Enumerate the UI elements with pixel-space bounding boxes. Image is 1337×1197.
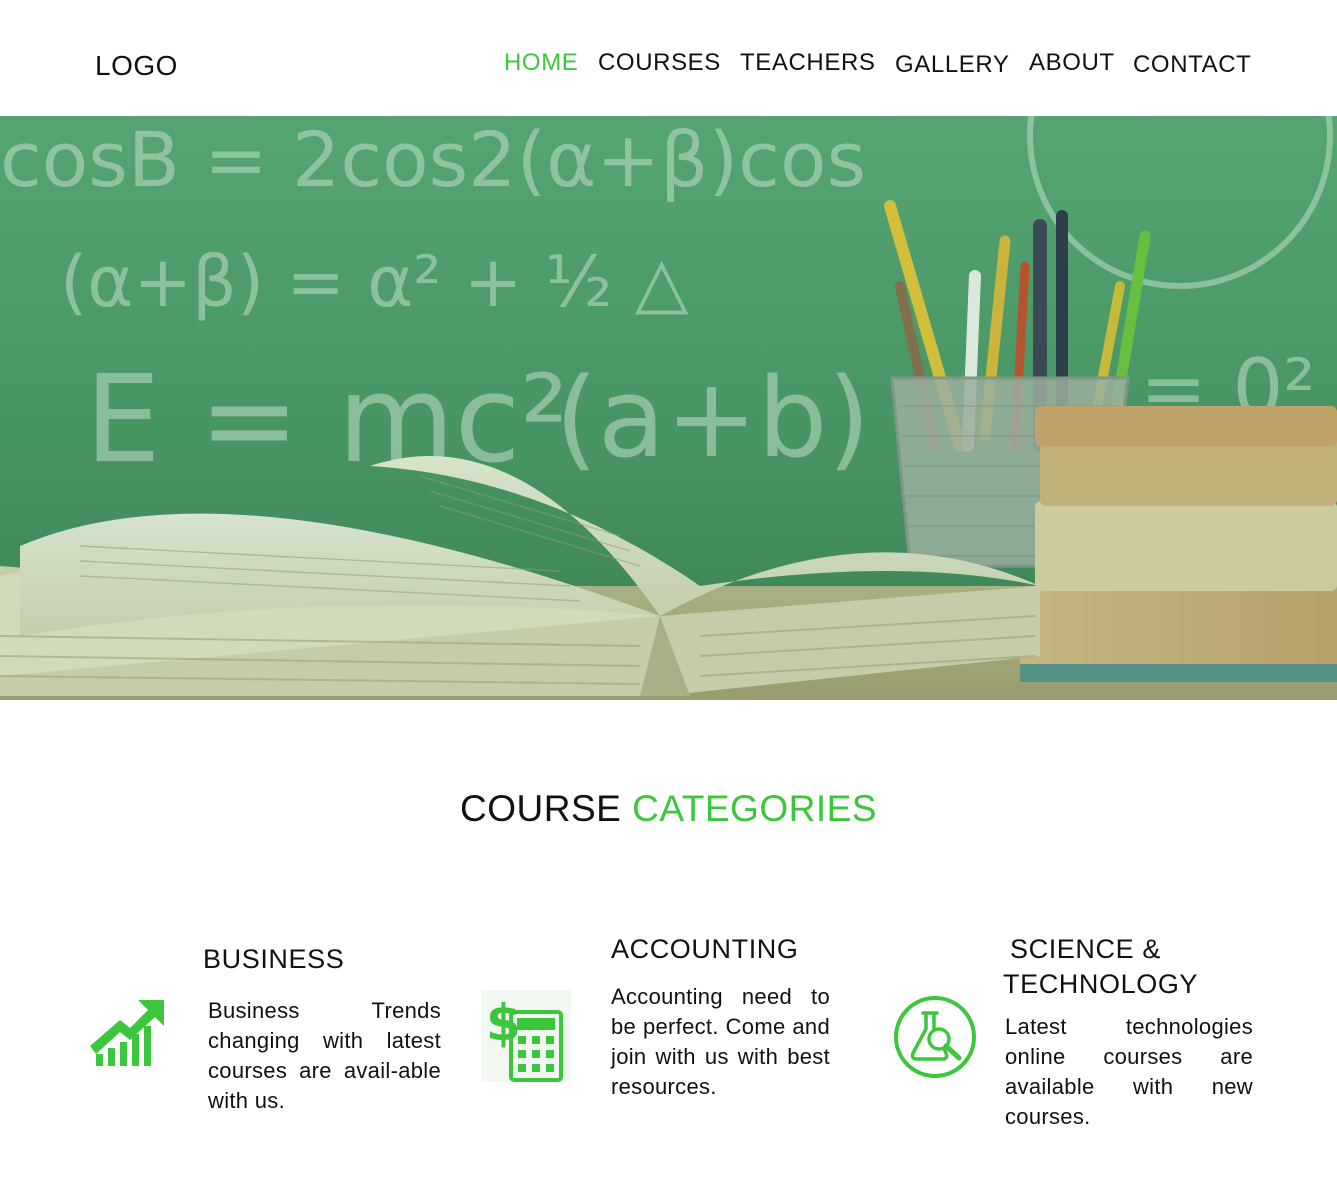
category-title-business: BUSINESS (203, 944, 345, 974)
nav-teachers[interactable]: TEACHERS (740, 49, 876, 77)
section-title: COURSE CATEGORIES (0, 788, 1337, 830)
section-title-accent: CATEGORIES (632, 788, 877, 829)
nav-home[interactable]: HOME (504, 49, 578, 77)
category-desc-accounting: Accounting need to be perfect. Come and … (611, 984, 830, 1099)
nav-courses[interactable]: COURSES (598, 49, 721, 77)
section-title-plain: COURSE (460, 788, 622, 829)
category-title-accounting: ACCOUNTING (611, 934, 799, 964)
calculator-icon: $ (481, 990, 571, 1087)
category-desc-business: Business Trends changing with latest cou… (208, 998, 441, 1113)
nav-about[interactable]: ABOUT (1029, 49, 1115, 77)
category-title-technology: TECHNOLOGY (1003, 969, 1199, 999)
hero-illustration: cosB = 2cos2(α+β)cos (α+β) = α² + ½ △ E … (0, 116, 1337, 700)
nav-gallery[interactable]: GALLERY (895, 51, 1010, 79)
category-title-science: SCIENCE & (1010, 934, 1161, 964)
growth-chart-icon (88, 998, 166, 1075)
category-desc-science: Latest technologies online courses are a… (1005, 1014, 1253, 1129)
logo[interactable]: LOGO (95, 50, 178, 82)
nav-contact[interactable]: CONTACT (1133, 51, 1251, 79)
science-flask-icon (893, 995, 977, 1084)
hero-image: cosB = 2cos2(α+β)cos (α+β) = α² + ½ △ E … (0, 116, 1337, 700)
svg-text:$: $ (486, 994, 521, 1052)
